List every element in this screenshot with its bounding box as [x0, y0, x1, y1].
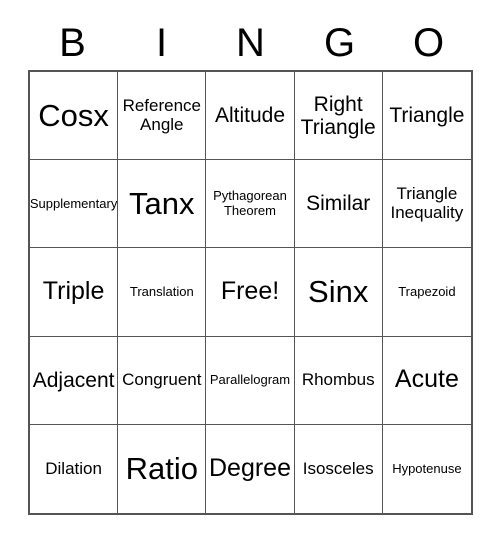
- bingo-cell-label: Triangle Inequality: [390, 184, 464, 222]
- bingo-grid: Cosx Reference Angle Altitude Right Tria…: [28, 70, 473, 515]
- bingo-cell[interactable]: Supplementary: [30, 160, 119, 249]
- bingo-cell-label: Tanx: [129, 185, 195, 221]
- bingo-cell-label: Isosceles: [302, 458, 374, 478]
- bingo-cell[interactable]: Tanx: [118, 160, 207, 249]
- bingo-cell[interactable]: Reference Angle: [118, 72, 207, 161]
- bingo-card: B I N G O Cosx Reference Angle Altitude …: [0, 0, 500, 544]
- bingo-header-letter-b: B: [59, 21, 86, 65]
- bingo-cell-label: Triple: [42, 277, 105, 306]
- bingo-cell-label: Sinx: [308, 273, 369, 309]
- bingo-cell-label: Altitude: [214, 104, 286, 128]
- bingo-cell-label: Trapezoid: [398, 283, 456, 299]
- bingo-cell-label: Parallelogram: [209, 372, 291, 388]
- bingo-header-letter-n: N: [236, 21, 265, 65]
- bingo-cell[interactable]: Degree: [206, 424, 295, 513]
- bingo-cell[interactable]: Rhombus: [294, 336, 383, 425]
- bingo-cell[interactable]: Isosceles: [295, 424, 383, 513]
- bingo-cell-label: Ratio: [125, 450, 198, 486]
- bingo-cell[interactable]: Altitude: [206, 72, 295, 161]
- bingo-cell[interactable]: Translation: [118, 248, 207, 337]
- bingo-header-letter-i: I: [155, 21, 168, 65]
- bingo-cell[interactable]: Sinx: [294, 248, 383, 337]
- bingo-cell-label: Congruent: [122, 369, 202, 389]
- bingo-cell-label: Pythagorean Theorem: [213, 188, 287, 218]
- bingo-cell-label: Dilation: [45, 458, 102, 478]
- bingo-cell-label: Rhombus: [301, 369, 375, 389]
- bingo-cell[interactable]: Trapezoid: [382, 248, 471, 337]
- bingo-cell-label: Right Triangle: [300, 92, 376, 139]
- bingo-cell-label: Similar: [306, 192, 371, 216]
- bingo-cell[interactable]: Adjacent: [30, 336, 119, 425]
- bingo-cell-label: Hypotenuse: [392, 460, 462, 476]
- bingo-cell-label: Supplementary: [30, 195, 118, 211]
- bingo-cell[interactable]: Acute: [382, 337, 471, 425]
- bingo-cell-label: Free!: [220, 277, 280, 306]
- bingo-cell-label: Adjacent: [32, 368, 115, 392]
- bingo-cell[interactable]: Pythagorean Theorem: [206, 160, 295, 249]
- bingo-cell[interactable]: Similar: [294, 160, 383, 249]
- bingo-cell[interactable]: Triple: [30, 248, 119, 337]
- bingo-cell[interactable]: Triangle Inequality: [382, 160, 471, 249]
- bingo-cell-free-space[interactable]: Free!: [206, 248, 295, 337]
- bingo-cell[interactable]: Right Triangle: [294, 72, 383, 161]
- bingo-cell[interactable]: Hypotenuse: [383, 425, 471, 513]
- bingo-cell-label: Reference Angle: [122, 95, 201, 134]
- bingo-cell[interactable]: Congruent: [118, 336, 207, 425]
- bingo-cell[interactable]: Parallelogram: [206, 336, 295, 425]
- bingo-header-letter-o: O: [412, 21, 445, 65]
- bingo-cell-label: Triangle: [389, 104, 465, 128]
- bingo-cell-label: Acute: [394, 365, 459, 394]
- bingo-header-row: B I N G O: [28, 18, 473, 68]
- bingo-header-letter-g: G: [323, 21, 356, 65]
- bingo-cell[interactable]: Dilation: [30, 424, 119, 513]
- bingo-cell-label: Translation: [129, 283, 194, 299]
- bingo-cell-label: Cosx: [38, 97, 109, 133]
- bingo-cell[interactable]: Cosx: [30, 72, 119, 161]
- bingo-cell[interactable]: Triangle: [382, 72, 471, 161]
- bingo-cell-label: Degree: [209, 454, 291, 483]
- bingo-cell[interactable]: Ratio: [118, 424, 207, 513]
